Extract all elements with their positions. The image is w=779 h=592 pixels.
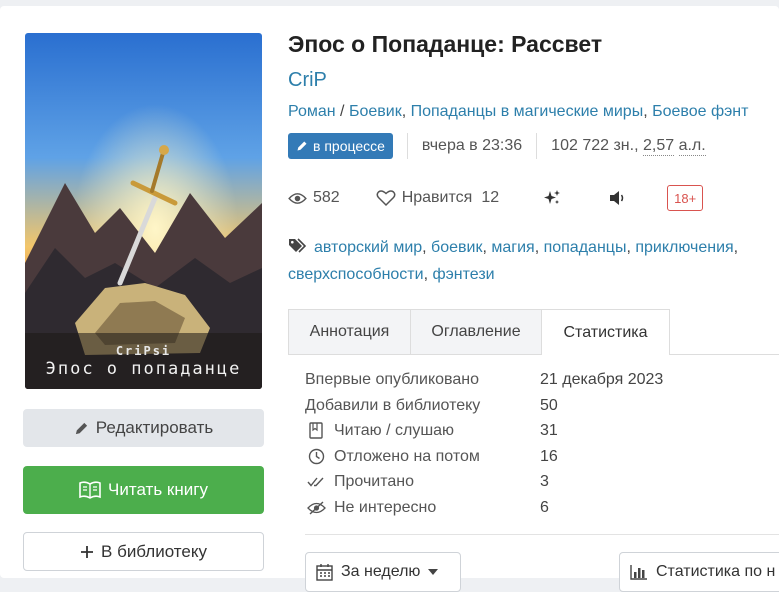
tag-icon — [288, 237, 310, 262]
stat-label: Прочитано — [334, 473, 414, 491]
pencil-icon — [74, 421, 89, 436]
read-book-button[interactable]: Читать книгу — [23, 466, 264, 514]
stat-value: 3 — [540, 473, 549, 491]
double-check-icon — [305, 476, 327, 488]
stat-label: Не интересно — [334, 498, 437, 516]
book-title: Эпос о Попаданце: Рассвет — [288, 31, 603, 57]
add-to-library-button[interactable]: В библиотеку — [23, 532, 264, 571]
period-select-value: За неделю — [341, 563, 421, 580]
size-al-unit: а.л. — [678, 136, 706, 156]
stat-label: Добавили в библиотеку — [305, 396, 481, 414]
cover-title-text: Эпос о попаданце — [45, 359, 242, 379]
divider — [305, 534, 779, 535]
like-label: Нравится — [401, 189, 473, 206]
tag-link[interactable]: попаданцы — [544, 239, 627, 256]
meta-row: в процессе вчера в 23:36 102 722 зн., 2,… — [288, 133, 706, 159]
sparkles-icon[interactable] — [543, 189, 561, 207]
genre-link[interactable]: Попаданцы в магические миры — [411, 103, 644, 120]
tag-link[interactable]: сверхспособности — [288, 266, 424, 283]
stat-value: 6 — [540, 498, 549, 516]
statistics-button[interactable]: Статистика по н — [619, 552, 779, 592]
statistics-button-label: Статистика по н — [656, 563, 776, 580]
stats-row: 582 Нравится 12 18+ — [288, 185, 704, 211]
cover-author-text: CriPsi — [115, 344, 172, 358]
add-to-library-label: В библиотеку — [101, 541, 207, 561]
pencil-icon — [296, 140, 308, 152]
heart-icon — [376, 189, 396, 207]
age-rating-badge: 18+ — [667, 185, 704, 211]
stat-value: 50 — [540, 396, 558, 414]
edit-button-label: Редактировать — [95, 418, 214, 437]
tab-annotation[interactable]: Аннотация — [288, 309, 411, 354]
stat-label: Отложено на потом — [334, 447, 480, 465]
likes-count: 12 — [481, 189, 500, 206]
book-cover[interactable]: CriPsi Эпос о попаданце — [25, 33, 262, 389]
tag-link[interactable]: приключения — [635, 239, 733, 256]
eye-slash-icon — [305, 501, 327, 515]
updated-time: вчера в 23:36 — [421, 137, 523, 154]
size-al-number: 2,57 — [642, 136, 675, 156]
tab-bar: Аннотация Оглавление Статистика — [288, 309, 779, 355]
open-book-icon — [79, 481, 101, 499]
like-button[interactable]: Нравится 12 — [376, 189, 499, 207]
eye-icon — [288, 192, 307, 205]
calendar-icon — [316, 563, 333, 581]
stat-value: 16 — [540, 447, 558, 465]
tag-list: авторский мир, боевик, магия, попаданцы,… — [288, 237, 739, 283]
divider — [406, 133, 408, 159]
tag-link[interactable]: магия — [491, 239, 534, 256]
views-count: 582 — [313, 189, 340, 206]
read-book-label: Читать книгу — [108, 480, 208, 499]
status-badge-label: в процессе — [313, 138, 385, 154]
status-badge: в процессе — [288, 133, 393, 159]
book-icon — [305, 422, 327, 440]
speaker-icon[interactable] — [609, 190, 627, 206]
edit-button[interactable]: Редактировать — [23, 409, 264, 447]
size-chars: 102 722 зн., — [551, 137, 639, 154]
divider — [536, 133, 538, 159]
tab-contents[interactable]: Оглавление — [410, 309, 542, 354]
tag-link[interactable]: авторский мир — [314, 239, 422, 256]
genre-list: Роман / Боевик, Попаданцы в магические м… — [288, 103, 749, 120]
tag-link[interactable]: фэнтези — [432, 266, 494, 283]
genre-link[interactable]: Боевик — [349, 103, 402, 120]
views-stat: 582 — [288, 189, 340, 207]
tag-link[interactable]: боевик — [431, 239, 482, 256]
caret-down-icon — [428, 569, 439, 575]
stat-value: 21 декабря 2023 — [540, 371, 664, 388]
plus-icon — [80, 545, 94, 559]
stat-value: 31 — [540, 422, 558, 440]
stat-label: Читаю / слушаю — [334, 422, 455, 440]
genre-link[interactable]: Боевое фэнт — [652, 103, 748, 120]
tab-statistics[interactable]: Статистика — [541, 309, 670, 355]
stat-label: Впервые опубликовано — [305, 371, 479, 388]
author-link[interactable]: CriP — [288, 69, 327, 92]
genre-link[interactable]: Роман — [288, 103, 336, 120]
period-select[interactable]: За неделю — [305, 552, 461, 592]
clock-icon — [305, 448, 327, 465]
cover-art — [25, 33, 262, 389]
